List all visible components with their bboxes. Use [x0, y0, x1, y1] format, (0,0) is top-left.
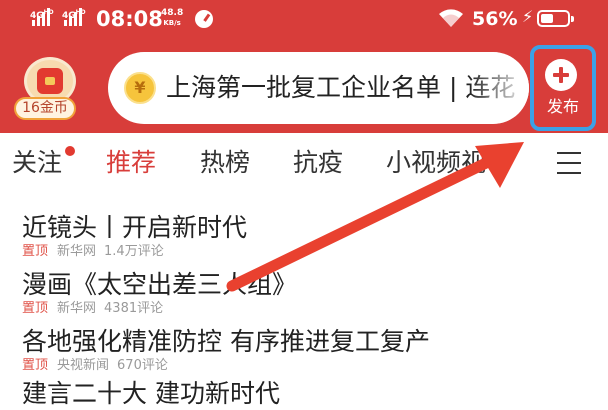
comment-count: 4381评论 — [104, 301, 164, 316]
channel-tabs: 关注 推荐 热榜 抗疫 小视频 视 — [0, 133, 608, 195]
tab-hot-list[interactable]: 热榜 — [200, 147, 250, 179]
tab-video[interactable]: 视 — [461, 147, 486, 179]
menu-icon[interactable] — [557, 152, 581, 174]
search-bar[interactable]: ¥ 上海第一批复工企业名单 | 连花 — [108, 52, 529, 124]
speed-gauge-icon — [195, 10, 213, 28]
status-time: 08:08 — [96, 7, 163, 31]
comment-count: 1.4万评论 — [104, 244, 164, 259]
tab-short-video[interactable]: 小视频 — [386, 147, 461, 179]
comment-count: 670评论 — [117, 358, 168, 373]
news-meta: 置顶 央视新闻 670评论 — [22, 358, 430, 374]
battery-percent: 56% — [472, 8, 518, 30]
lightning-bolt-icon: ⚡ — [522, 7, 534, 26]
battery-icon — [537, 10, 574, 27]
news-source: 央视新闻 — [57, 358, 110, 373]
wifi-icon — [439, 9, 463, 27]
coin-reward-badge[interactable]: 16金币 — [12, 57, 90, 123]
tab-recommended[interactable]: 推荐 — [106, 147, 156, 179]
sim1-signal-icon — [32, 8, 52, 26]
top-header: 4GHD 4GHD 08:08 48.8 KB/s 56% ⚡ 16金币 ¥ 上… — [0, 0, 608, 133]
coin-icon: ¥ — [124, 72, 156, 104]
network-speed: 48.8 KB/s — [161, 8, 184, 27]
tab-anti-epidemic[interactable]: 抗疫 — [293, 147, 343, 179]
news-source: 新华网 — [57, 301, 97, 316]
publish-highlight-box: 发布 — [530, 45, 596, 131]
publish-button[interactable]: 发布 — [539, 55, 587, 121]
pinned-label: 置顶 — [22, 244, 49, 259]
pinned-label: 置顶 — [22, 358, 49, 373]
news-item[interactable]: 漫画《太空出差三人组》 置顶 新华网 4381评论 — [22, 269, 297, 317]
sim2-signal-icon — [64, 8, 84, 26]
news-meta: 置顶 新华网 1.4万评论 — [22, 244, 247, 260]
news-title[interactable]: 漫画《太空出差三人组》 — [22, 269, 297, 301]
plus-icon — [545, 59, 577, 91]
news-title[interactable]: 近镜头丨开启新时代 — [22, 212, 247, 244]
tabs-fade-overlay — [490, 133, 540, 195]
news-item[interactable]: 建言二十大 建功新时代 — [22, 378, 280, 410]
coin-count: 16金币 — [14, 97, 76, 120]
pinned-label: 置顶 — [22, 301, 49, 316]
news-title[interactable]: 各地强化精准防控 有序推进复工复产 — [22, 326, 430, 358]
news-title[interactable]: 建言二十大 建功新时代 — [22, 378, 280, 410]
tab-following[interactable]: 关注 — [12, 147, 62, 179]
news-item[interactable]: 各地强化精准防控 有序推进复工复产 置顶 央视新闻 670评论 — [22, 326, 430, 374]
news-item[interactable]: 近镜头丨开启新时代 置顶 新华网 1.4万评论 — [22, 212, 247, 260]
news-source: 新华网 — [57, 244, 97, 259]
news-meta: 置顶 新华网 4381评论 — [22, 301, 297, 317]
status-bar: 4GHD 4GHD 08:08 48.8 KB/s 56% ⚡ — [0, 0, 608, 40]
notification-dot — [65, 146, 75, 156]
publish-label: 发布 — [546, 97, 579, 116]
search-hot-query: 上海第一批复工企业名单 | 连花 — [166, 73, 516, 102]
